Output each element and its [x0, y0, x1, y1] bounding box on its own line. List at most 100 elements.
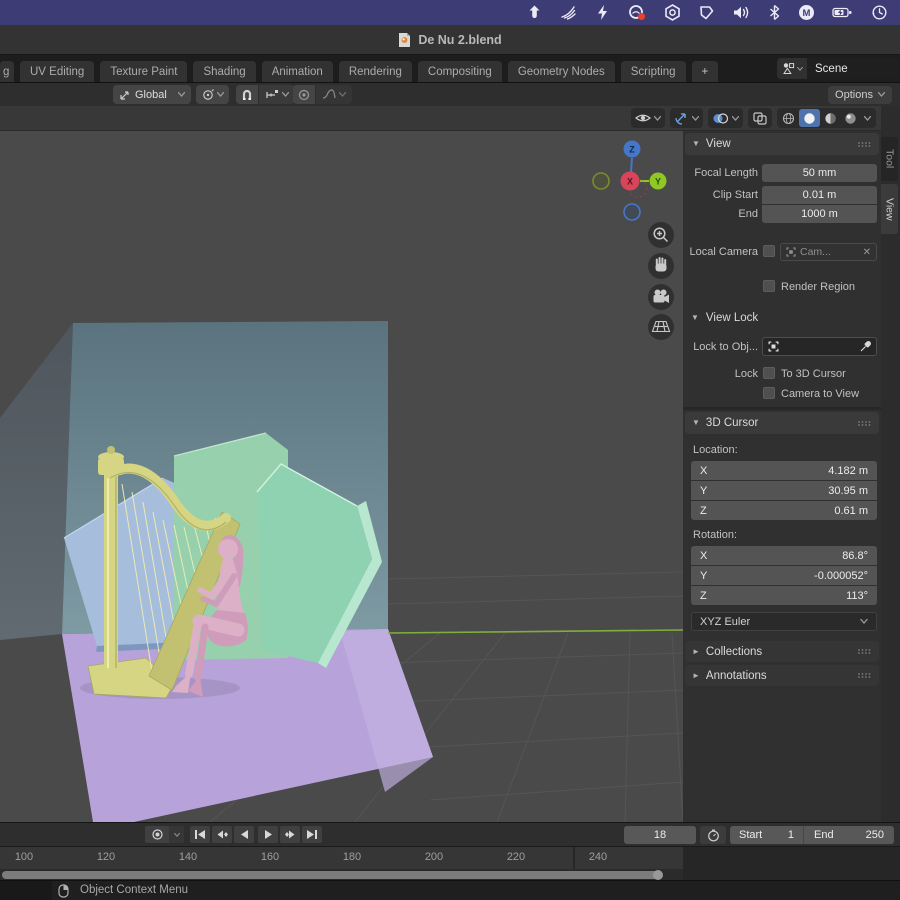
disclosure-closed-icon: ►: [692, 672, 700, 680]
tab-rendering[interactable]: Rendering: [339, 61, 412, 82]
gizmo-x-label: X: [627, 177, 633, 187]
transform-orientation-dropdown[interactable]: Global: [113, 85, 191, 104]
view-panel-header[interactable]: ▼ View: [685, 133, 879, 155]
chevron-down-icon: [339, 92, 346, 97]
tab-tool[interactable]: Tool: [881, 137, 898, 181]
timeline-scrollbar[interactable]: [2, 871, 662, 879]
play-icon: [263, 829, 274, 840]
ruler-tick-label: 100: [4, 851, 44, 863]
cursor-location-y[interactable]: Y30.95 m: [691, 481, 877, 500]
next-keyframe-button[interactable]: [280, 826, 300, 843]
camera-to-view-checkbox[interactable]: [763, 387, 775, 399]
cursor-rotation-x[interactable]: X86.8°: [691, 546, 877, 565]
shading-solid-button[interactable]: [799, 109, 820, 127]
jump-to-start-button[interactable]: [190, 826, 210, 843]
hex-nut-icon[interactable]: [664, 4, 681, 21]
shading-rendered-button[interactable]: [841, 109, 860, 127]
gizmos-dropdown[interactable]: [670, 108, 703, 128]
clear-camera-icon[interactable]: ✕: [863, 247, 871, 258]
ruler-tick-label: 240: [578, 851, 618, 863]
proportional-edit-button[interactable]: [293, 85, 315, 104]
auto-key-button[interactable]: [145, 826, 169, 843]
zoom-button[interactable]: [648, 222, 674, 248]
scene-icon-button[interactable]: [777, 58, 807, 79]
play-reverse-button[interactable]: [234, 826, 254, 843]
current-frame-field[interactable]: 18: [624, 826, 696, 844]
cursor-location-z[interactable]: Z0.61 m: [691, 501, 877, 520]
tab-uv-editing[interactable]: UV Editing: [20, 61, 94, 82]
ruler-tick-label: 180: [332, 851, 372, 863]
focal-length-field[interactable]: 50 mm: [762, 164, 877, 182]
lightning-icon[interactable]: [594, 4, 611, 21]
object-visibility-dropdown[interactable]: [631, 108, 665, 128]
gizmo-axis-neg-y[interactable]: [593, 173, 609, 189]
local-camera-checkbox[interactable]: [763, 245, 775, 257]
battery-icon[interactable]: [832, 4, 854, 21]
overlays-dropdown[interactable]: [708, 108, 743, 128]
cursor-rotation-y[interactable]: Y-0.000052°: [691, 566, 877, 585]
gizmo-axis-neg-z[interactable]: [624, 204, 640, 220]
to-3d-cursor-checkbox[interactable]: [763, 367, 775, 379]
m-circle-icon[interactable]: M: [798, 4, 815, 21]
tab-geometry-nodes[interactable]: Geometry Nodes: [508, 61, 615, 82]
annotations-panel-header[interactable]: ► Annotations: [685, 665, 879, 686]
proportional-falloff-dropdown[interactable]: [316, 85, 352, 104]
cursor-panel-header[interactable]: ▼ 3D Cursor: [685, 412, 879, 434]
panel-grip-icon[interactable]: [857, 648, 872, 655]
tab-shading[interactable]: Shading: [193, 61, 255, 82]
tab-animation[interactable]: Animation: [262, 61, 333, 82]
jump-to-end-button[interactable]: [302, 826, 322, 843]
shading-options-dropdown[interactable]: [861, 109, 874, 127]
panel-grip-icon[interactable]: [857, 141, 872, 148]
time-machine-icon[interactable]: [871, 4, 888, 21]
snap-toggle-button[interactable]: [236, 85, 258, 104]
scene-name-field[interactable]: Scene: [807, 58, 899, 79]
shading-material-button[interactable]: [821, 109, 840, 127]
start-frame-field[interactable]: Start1: [730, 826, 804, 844]
options-dropdown[interactable]: Options: [828, 86, 892, 104]
tab-texture-paint[interactable]: Texture Paint: [100, 61, 187, 82]
workspace-tabbar: g UV Editing Texture Paint Shading Anima…: [0, 55, 900, 82]
timeline-ruler[interactable]: 100 120 140 160 180 200 220 240: [0, 846, 900, 880]
render-region-checkbox[interactable]: [763, 280, 775, 292]
record-badge-icon[interactable]: [628, 4, 647, 21]
rotation-order-dropdown[interactable]: XYZ Euler: [691, 612, 877, 631]
tab-compositing[interactable]: Compositing: [418, 61, 502, 82]
add-workspace-button[interactable]: +: [692, 61, 719, 82]
end-frame-field[interactable]: End250: [804, 826, 894, 844]
harp-finial: [107, 446, 115, 454]
lock-to-object-field[interactable]: [762, 337, 877, 356]
titlebar: De Nu 2.blend: [0, 25, 900, 55]
panel-grip-icon[interactable]: [857, 420, 872, 427]
shape-flag-icon[interactable]: [698, 4, 715, 21]
play-button[interactable]: [258, 826, 278, 843]
tab-partial[interactable]: g: [0, 61, 14, 82]
view-lock-header[interactable]: ▼ View Lock: [691, 308, 877, 328]
xray-toggle[interactable]: [748, 108, 772, 128]
cursor-location-x[interactable]: X4.182 m: [691, 461, 877, 480]
prev-keyframe-button[interactable]: [212, 826, 232, 843]
tab-scripting[interactable]: Scripting: [621, 61, 686, 82]
preview-range-button[interactable]: [700, 826, 726, 844]
status-context-label: Object Context Menu: [80, 884, 188, 896]
upload-shield-icon[interactable]: [526, 4, 543, 21]
snap-target-dropdown[interactable]: [259, 85, 295, 104]
auto-key-dropdown[interactable]: [169, 826, 184, 843]
bluetooth-icon[interactable]: [768, 4, 781, 21]
play-reverse-icon: [239, 829, 250, 840]
collections-panel-header[interactable]: ► Collections: [685, 641, 879, 662]
shading-wireframe-button[interactable]: [779, 109, 798, 127]
pivot-point-dropdown[interactable]: [196, 85, 229, 104]
clip-end-field[interactable]: 1000 m: [762, 205, 877, 223]
volume-icon[interactable]: [732, 4, 751, 21]
local-camera-field[interactable]: Cam... ✕: [780, 243, 877, 261]
eyedropper-icon[interactable]: [860, 341, 871, 352]
clip-start-field[interactable]: 0.01 m: [762, 186, 877, 204]
scene-selector[interactable]: Scene: [777, 58, 899, 79]
panel-grip-icon[interactable]: [857, 672, 872, 679]
tab-view[interactable]: View: [881, 184, 898, 234]
signal-swoosh-icon[interactable]: [560, 4, 577, 21]
object-data-icon: [768, 341, 779, 352]
timeline-scrollbar-knob[interactable]: [653, 870, 663, 880]
cursor-rotation-z[interactable]: Z113°: [691, 586, 877, 605]
